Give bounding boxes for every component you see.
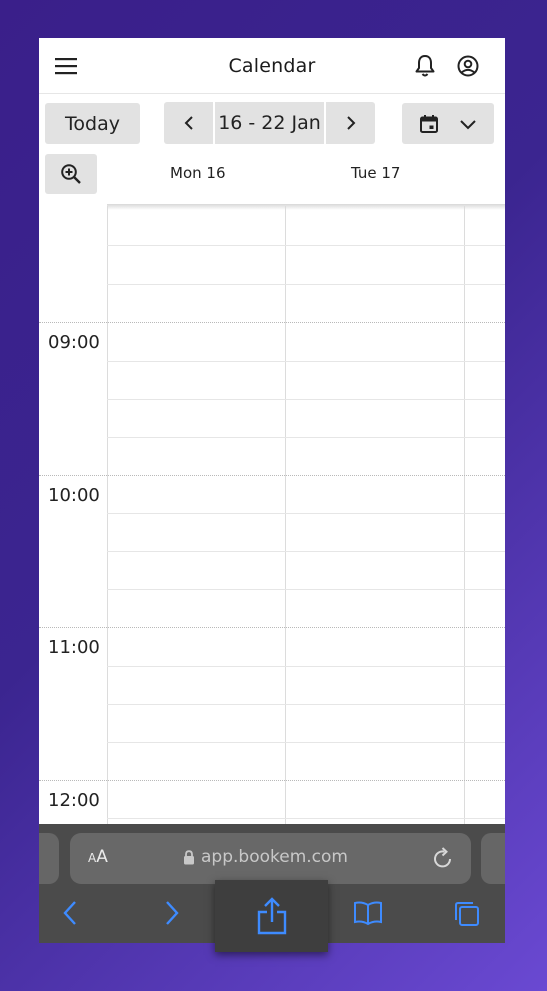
hour-line: [39, 475, 505, 476]
url-text: app.bookem.com: [201, 847, 348, 867]
day-header-row: Mon 16 Tue 17: [39, 150, 505, 206]
time-label: 11:00: [48, 637, 100, 658]
phone-screen: Calendar Today 16 - 22 Jan Mon 16 Tue 17: [39, 38, 505, 943]
slot-line: [107, 245, 505, 246]
hour-line: [39, 322, 505, 323]
slot-line: [107, 513, 505, 514]
next-tab-preview[interactable]: [481, 833, 505, 884]
time-label: 09:00: [48, 332, 100, 353]
time-grid[interactable]: 09:00 10:00 11:00 12:00: [39, 206, 505, 826]
account-icon[interactable]: [454, 52, 482, 80]
bookmarks-icon[interactable]: [353, 900, 383, 926]
lock-icon: [184, 849, 194, 864]
slot-line: [107, 589, 505, 590]
chevron-down-icon: [460, 119, 476, 129]
day-column-header: Tue 17: [351, 164, 401, 182]
slot-line: [107, 818, 505, 819]
slot-line: [107, 284, 505, 285]
previous-tab-preview[interactable]: [39, 833, 59, 884]
column-divider: [464, 206, 465, 826]
share-button[interactable]: [215, 880, 328, 952]
date-range-label: 16 - 22 Jan: [215, 102, 324, 144]
share-icon: [257, 897, 286, 935]
next-week-button[interactable]: [326, 102, 375, 144]
slot-line: [107, 704, 505, 705]
zoom-button[interactable]: [45, 154, 97, 194]
slot-line: [107, 361, 505, 362]
menu-icon[interactable]: [52, 52, 80, 80]
bell-icon[interactable]: [411, 52, 439, 80]
calendar-icon: [420, 114, 438, 133]
app-header: Calendar: [39, 38, 505, 94]
chevron-right-icon: [346, 116, 355, 130]
day-column-header: Mon 16: [170, 164, 226, 182]
column-divider: [285, 206, 286, 826]
time-label: 12:00: [48, 790, 100, 811]
forward-arrow-icon[interactable]: [163, 900, 181, 926]
address-bar[interactable]: AA app.bookem.com: [70, 833, 471, 884]
previous-week-button[interactable]: [164, 102, 213, 144]
slot-line: [107, 666, 505, 667]
slot-line: [107, 742, 505, 743]
chevron-left-icon: [184, 116, 193, 130]
tabs-icon[interactable]: [453, 900, 481, 928]
page-title: Calendar: [228, 54, 316, 77]
time-label: 10:00: [48, 485, 100, 506]
today-button[interactable]: Today: [45, 103, 140, 144]
column-divider: [107, 206, 108, 826]
calendar-toolbar: Today 16 - 22 Jan: [39, 94, 505, 150]
slot-line: [107, 399, 505, 400]
hour-line: [39, 780, 505, 781]
text-size-button[interactable]: AA: [88, 847, 108, 867]
calendar-view-dropdown[interactable]: [402, 103, 494, 144]
slot-line: [107, 551, 505, 552]
hour-line: [39, 627, 505, 628]
zoom-in-icon: [61, 164, 81, 184]
reload-icon[interactable]: [432, 846, 454, 874]
back-arrow-icon[interactable]: [61, 900, 79, 926]
slot-line: [107, 437, 505, 438]
